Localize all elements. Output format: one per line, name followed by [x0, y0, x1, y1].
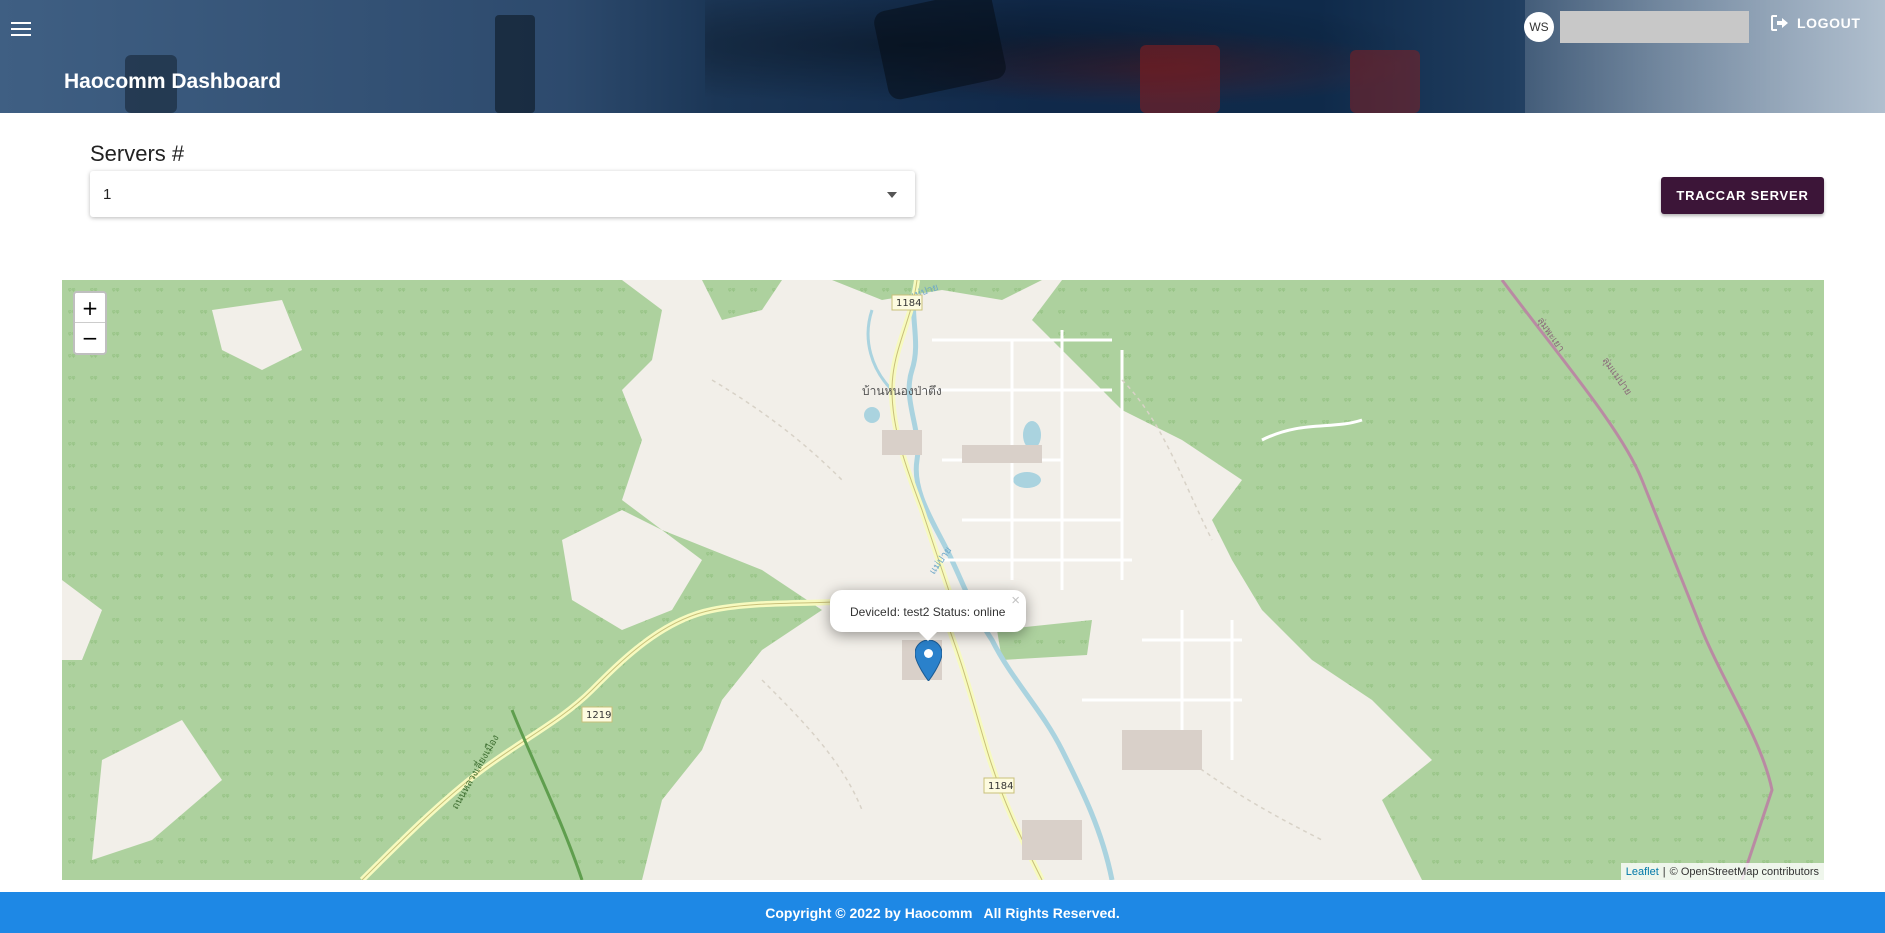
map-route-1184-a: 1184: [896, 298, 921, 309]
logout-label: LOGOUT: [1797, 15, 1861, 31]
map-view[interactable]: ᵠᵠ: [62, 280, 1824, 880]
zoom-in-button[interactable]: +: [75, 293, 105, 323]
header-background-shape: [1140, 45, 1220, 113]
header-background-image: [495, 15, 535, 113]
logout-icon: [1771, 15, 1789, 31]
server-select[interactable]: 1: [90, 171, 915, 217]
header-background-shape: [871, 0, 1009, 102]
map-tiles: ᵠᵠ: [62, 280, 1824, 880]
map-route-1184-b: 1184: [988, 781, 1013, 792]
traccar-server-button[interactable]: TRACCAR SERVER: [1661, 177, 1824, 214]
header-background-shape: [1350, 50, 1420, 113]
map-label-village: บ้านหนองป่าตึง: [862, 384, 942, 398]
map-marker-icon[interactable]: [914, 639, 943, 682]
device-popup-text: DeviceId: test2 Status: online: [850, 605, 1006, 619]
server-select-value: 1: [103, 186, 112, 203]
servers-label: Servers #: [90, 141, 185, 166]
osm-attribution[interactable]: © OpenStreetMap contributors: [1670, 866, 1819, 878]
zoom-control: + −: [73, 291, 107, 355]
leaflet-link[interactable]: Leaflet: [1626, 866, 1659, 878]
app-header: Haocomm Dashboard WS LOGOUT: [0, 0, 1885, 113]
logout-button[interactable]: LOGOUT: [1771, 15, 1860, 31]
footer: Copyright © 2022 by Haocomm All Rights R…: [0, 892, 1885, 933]
user-avatar[interactable]: WS: [1524, 12, 1554, 42]
footer-copyright: Copyright © 2022 by Haocomm All Rights R…: [765, 904, 1120, 921]
map-attribution: Leaflet | © OpenStreetMap contributors: [1620, 863, 1824, 880]
attribution-separator: |: [1662, 865, 1666, 878]
device-popup: DeviceId: test2 Status: online ×: [830, 590, 1026, 641]
app-title: Haocomm Dashboard: [64, 70, 282, 93]
user-name-box: [1560, 11, 1749, 43]
map-route-1219: 1219: [586, 710, 611, 721]
close-icon[interactable]: ×: [1011, 592, 1020, 609]
chevron-down-icon: [887, 192, 897, 198]
hamburger-menu-icon[interactable]: [8, 18, 34, 42]
zoom-out-button[interactable]: −: [75, 323, 105, 352]
